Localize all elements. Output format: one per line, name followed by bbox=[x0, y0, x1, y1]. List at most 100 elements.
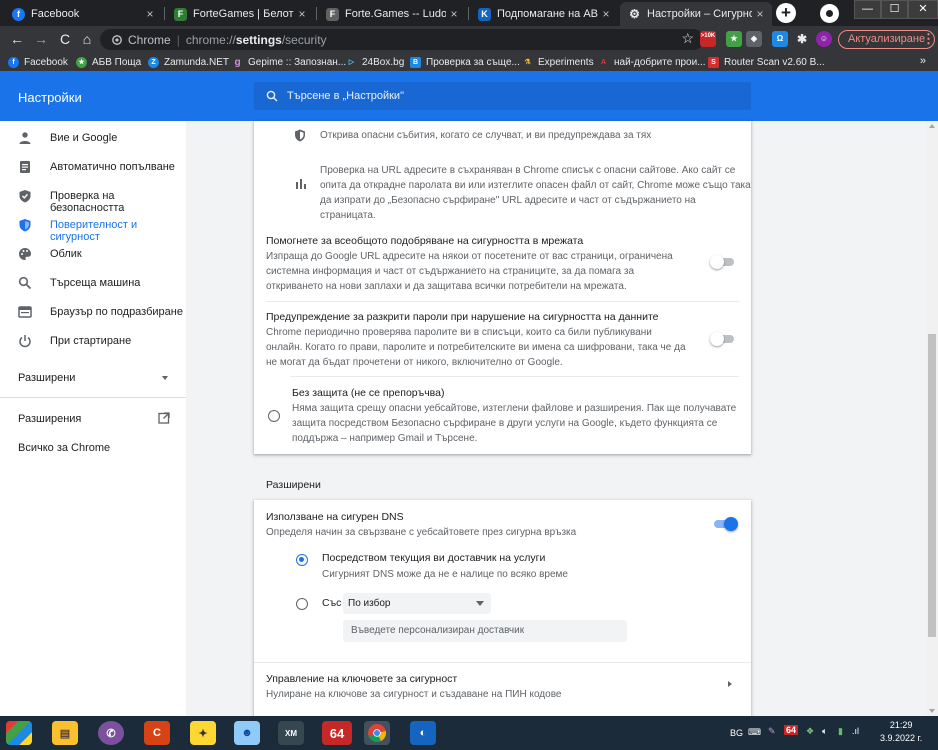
open-in-new-icon[interactable] bbox=[158, 412, 170, 424]
nav-about-chrome[interactable]: Всичко за Chrome bbox=[18, 442, 110, 454]
nav-item-you-and-google[interactable]: Вие и Google bbox=[0, 123, 186, 152]
chrome-taskbar-icon[interactable] bbox=[364, 721, 390, 745]
dns-provider-select[interactable]: По избор bbox=[343, 593, 491, 614]
nav-item-privacy-security[interactable]: Поверителност и сигурност bbox=[0, 210, 186, 243]
custom-dns-input[interactable]: Въведете персонализиран доставчик bbox=[343, 620, 627, 642]
counter-64-app-icon[interactable]: 64 bbox=[322, 721, 352, 745]
tab-close-icon[interactable]: × bbox=[294, 7, 310, 21]
profile-icon[interactable]: ☺ bbox=[816, 31, 832, 47]
bookmark-label: Проверка за същe... bbox=[426, 56, 520, 68]
tab-close-icon[interactable]: × bbox=[598, 7, 614, 21]
ext-badge-icon[interactable]: >10K bbox=[700, 31, 716, 47]
tab-close-icon[interactable]: × bbox=[752, 7, 768, 21]
viber-icon[interactable]: ✆ bbox=[98, 721, 124, 745]
tab-forte-ludo[interactable]: F Forte.Games -- Ludo -- × bbox=[318, 2, 466, 26]
no-protection-radio[interactable] bbox=[268, 410, 280, 422]
system-clock[interactable]: 21:29 3.9.2022 г. bbox=[880, 719, 922, 745]
bookmark-gepime[interactable]: g Gepime :: Запознан... bbox=[232, 55, 346, 69]
keyboard-icon[interactable]: ⌨ bbox=[748, 727, 761, 738]
password-leak-title: Предупреждение за разкрити пароли при на… bbox=[266, 311, 659, 323]
nav-item-appearance[interactable]: Облик bbox=[0, 239, 186, 268]
chrome-menu-icon[interactable]: ⋮ bbox=[922, 31, 935, 47]
headphones-extension-icon[interactable]: Ω bbox=[772, 31, 788, 47]
tab-close-icon[interactable]: × bbox=[446, 7, 462, 21]
bookmark-router-scan[interactable]: S Router Scan v2.60 B... bbox=[708, 55, 825, 69]
nav-item-safety-check[interactable]: Проверка на безопасността bbox=[0, 181, 186, 214]
bookmarks-overflow-icon[interactable]: » bbox=[920, 55, 926, 67]
secure-dns-toggle[interactable] bbox=[712, 517, 738, 531]
settings-search-input[interactable]: Търсене в „Настройки" bbox=[254, 82, 751, 110]
tab-fortegames[interactable]: F ForteGames | Белот Играй × bbox=[166, 2, 314, 26]
scroll-up-arrow-icon[interactable] bbox=[929, 124, 935, 128]
bookmark-facebook[interactable]: f Facebook bbox=[8, 55, 68, 69]
nav-extensions[interactable]: Разширения bbox=[18, 413, 81, 425]
address-bar[interactable]: Chrome | chrome://settings/security ☆ bbox=[100, 29, 704, 50]
home-icon[interactable]: ⌂ bbox=[78, 30, 96, 48]
language-indicator[interactable]: BG bbox=[730, 728, 743, 738]
close-window-button[interactable]: ✕ bbox=[908, 0, 938, 19]
tab-close-icon[interactable]: × bbox=[142, 7, 158, 21]
battery-icon[interactable]: ▮ bbox=[838, 726, 843, 737]
abv-extension-icon[interactable]: ★ bbox=[726, 31, 742, 47]
update-button[interactable]: Актуализиране bbox=[838, 30, 936, 49]
pen-icon[interactable]: ✎ bbox=[768, 726, 776, 737]
password-leak-toggle[interactable] bbox=[710, 332, 736, 346]
security-keys-row[interactable]: Управление на ключовете за сигурност Нул… bbox=[254, 663, 751, 708]
dns-with-label: Със bbox=[322, 597, 342, 609]
dns-current-provider-desc: Сигурният DNS може да не е налице по вся… bbox=[322, 569, 568, 580]
xm-player-icon[interactable]: XM bbox=[278, 721, 304, 745]
bookmark-star-icon[interactable]: ☆ bbox=[681, 30, 694, 47]
chevron-down-icon[interactable] bbox=[162, 376, 168, 380]
autofill-icon bbox=[20, 161, 30, 173]
24box-icon: ▷ bbox=[348, 58, 355, 66]
nav-item-default-browser[interactable]: Браузър по подразбиране bbox=[0, 297, 186, 326]
settings-header: Настройки Търсене в „Настройки" bbox=[0, 71, 938, 121]
tray-64-icon[interactable]: 64 bbox=[784, 725, 799, 735]
tab-settings-security[interactable]: ⚙ Настройки – Сигурност × bbox=[620, 2, 772, 26]
bookmark-zamunda[interactable]: Z Zamunda.NET bbox=[148, 55, 229, 69]
new-tab-button[interactable]: + bbox=[776, 3, 796, 23]
scroll-down-arrow-icon[interactable] bbox=[929, 709, 935, 713]
shield-icon bbox=[295, 129, 305, 142]
page-scrollbar[interactable] bbox=[926, 121, 938, 716]
bookmark-24box[interactable]: ▷ 24Box.bg bbox=[346, 55, 404, 69]
dns-custom-radio[interactable] bbox=[296, 598, 308, 610]
password-leak-desc-1: Chrome периодично проверява паролите ви … bbox=[266, 327, 652, 338]
tab-facebook[interactable]: f Facebook × bbox=[4, 2, 162, 26]
help-improve-desc-3: откриването на нови заплахи и да защитав… bbox=[266, 281, 627, 292]
bookmark-check[interactable]: B Проверка за същe... bbox=[410, 55, 520, 69]
no-protection-desc-3: поддържа – например Gmail и Търсене. bbox=[292, 433, 478, 444]
maximize-button[interactable]: ☐ bbox=[881, 0, 908, 19]
bookmark-abv-mail[interactable]: ★ АБВ Поща bbox=[76, 55, 141, 69]
bookmark-best-products[interactable]: Aнай-добрите прои... bbox=[598, 55, 706, 69]
nav-advanced[interactable]: Разширени bbox=[18, 372, 75, 384]
bookmark-experiments[interactable]: ⚗ Experiments bbox=[522, 55, 593, 69]
file-explorer-icon[interactable]: ▤ bbox=[52, 721, 78, 745]
profile-avatar-icon[interactable] bbox=[820, 4, 839, 23]
nav-item-autofill[interactable]: Автоматично попълване bbox=[0, 152, 186, 181]
app-window-icon[interactable]: ◐ bbox=[410, 721, 436, 745]
ccleaner-icon[interactable]: C bbox=[144, 721, 170, 745]
puzzle-app-icon[interactable]: ✦ bbox=[190, 721, 216, 745]
tray-app-icon[interactable]: ❖ bbox=[806, 726, 814, 737]
speaker-icon[interactable]: 🔈︎ bbox=[822, 726, 827, 737]
tab-av-support[interactable]: K Подпомагане на АВ прогр × bbox=[470, 2, 618, 26]
help-improve-toggle[interactable] bbox=[710, 255, 736, 269]
helmet-app-icon[interactable]: ☻ bbox=[234, 721, 260, 745]
bookmark-label: 24Box.bg bbox=[362, 56, 405, 68]
start-cube-icon[interactable] bbox=[6, 721, 32, 745]
scroll-thumb[interactable] bbox=[928, 334, 936, 637]
nav-divider bbox=[0, 397, 186, 398]
nav-item-search-engine[interactable]: Търсеща машина bbox=[0, 268, 186, 297]
dns-current-provider-radio[interactable] bbox=[296, 554, 308, 566]
forward-icon[interactable]: → bbox=[32, 30, 50, 48]
extensions-puzzle-icon[interactable]: ✱ bbox=[794, 31, 810, 47]
reload-icon[interactable]: C bbox=[56, 30, 74, 48]
back-icon[interactable]: ← bbox=[8, 30, 26, 48]
minimize-button[interactable]: — bbox=[854, 0, 881, 19]
shield-extension-icon[interactable]: ◈ bbox=[746, 31, 762, 47]
nav-item-on-startup[interactable]: При стартиране bbox=[0, 326, 186, 355]
dropdown-caret-icon bbox=[476, 601, 484, 606]
network-signal-icon[interactable]: .ıl bbox=[852, 726, 859, 736]
tab-title: ForteGames | Белот Играй bbox=[193, 8, 294, 20]
